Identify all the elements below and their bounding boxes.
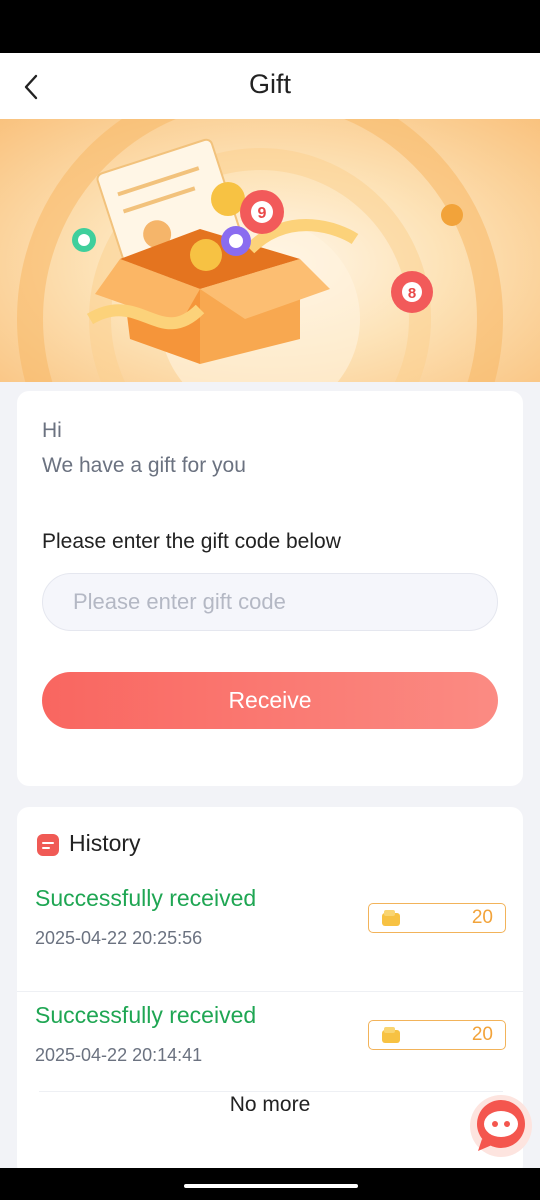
svg-text:8: 8 (408, 285, 416, 302)
history-record: Successfully received 2025-04-22 20:14:4… (17, 991, 523, 1101)
record-time: 2025-04-22 20:25:56 (35, 928, 203, 948)
page-title: Gift (248, 69, 291, 99)
gift-code-prompt: Please enter the gift code below (42, 530, 341, 553)
support-chat-icon (470, 1095, 532, 1157)
home-indicator[interactable] (184, 1184, 358, 1188)
record-status: Successfully received (35, 1002, 257, 1028)
nav-bar: Gift (0, 53, 540, 119)
history-icon (37, 834, 59, 856)
divider (39, 1091, 503, 1092)
record-amount-badge: 20 (368, 1020, 506, 1050)
wallet-icon (382, 910, 400, 926)
record-amount-badge: 20 (368, 903, 506, 933)
record-amount: 20 (471, 907, 493, 928)
support-chat-button[interactable] (468, 1093, 534, 1159)
system-navigation-bar (0, 1168, 540, 1200)
receive-button[interactable]: Receive (42, 672, 498, 729)
gift-banner-image: 9 8 (0, 119, 540, 382)
gift-code-input[interactable] (42, 573, 498, 631)
list-end-label: No more (229, 1093, 311, 1116)
history-title: History (69, 830, 141, 856)
history-card: History Successfully received 2025-04-22… (17, 807, 523, 1177)
record-status: Successfully received (35, 885, 257, 911)
record-amount: 20 (471, 1024, 493, 1045)
history-record: Successfully received 2025-04-22 20:25:5… (17, 875, 523, 985)
gift-subtitle: We have a gift for you (42, 454, 246, 477)
gift-code-card: Hi We have a gift for you Please enter t… (17, 391, 523, 786)
greeting-text: Hi (42, 419, 62, 442)
wallet-icon (382, 1027, 400, 1043)
svg-text:9: 9 (258, 205, 267, 222)
record-time: 2025-04-22 20:14:41 (35, 1045, 203, 1065)
status-bar (0, 0, 540, 53)
